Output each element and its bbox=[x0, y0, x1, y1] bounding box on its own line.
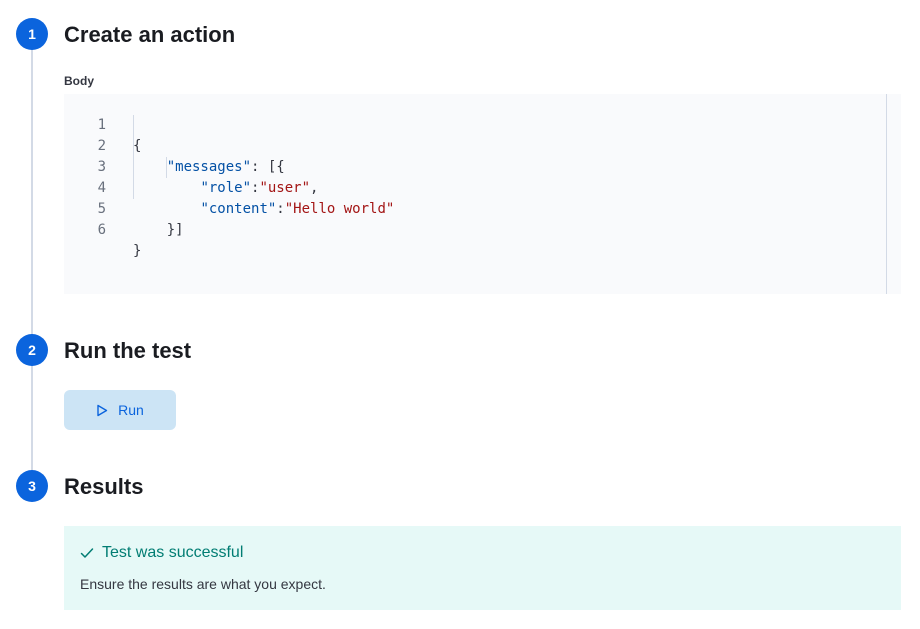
code-text: } bbox=[133, 243, 142, 259]
step-number-1: 1 bbox=[16, 18, 48, 50]
body-code-editor[interactable]: 1 { 2 "messages": [{ 3 "role":"user", 4 … bbox=[64, 94, 901, 294]
callout-message: Ensure the results are what you expect. bbox=[80, 576, 326, 592]
code-line: 5 }] bbox=[64, 178, 864, 238]
callout-title: Test was successful bbox=[80, 544, 243, 562]
play-icon bbox=[96, 404, 108, 417]
callout-title-text: Test was successful bbox=[102, 544, 244, 561]
editor-scrollbar[interactable] bbox=[886, 94, 887, 294]
step-title-3: Results bbox=[64, 474, 144, 499]
step-number-2: 2 bbox=[16, 334, 48, 366]
code-line: 2 "messages": [{ bbox=[64, 115, 864, 175]
step-title-2: Run the test bbox=[64, 338, 192, 363]
check-icon bbox=[80, 547, 94, 559]
run-button[interactable]: Run bbox=[64, 390, 176, 430]
step-title-1: Create an action bbox=[64, 22, 236, 47]
body-label: Body bbox=[64, 74, 94, 88]
code-line: 6 } bbox=[64, 199, 864, 259]
line-number: 6 bbox=[97, 222, 106, 238]
code-text: }] bbox=[133, 222, 184, 238]
run-button-label: Run bbox=[118, 402, 144, 418]
code-line: 3 "role":"user", bbox=[64, 136, 864, 196]
success-callout: Test was successful Ensure the results a… bbox=[64, 526, 901, 610]
step-rail bbox=[31, 34, 33, 486]
step-number-3: 3 bbox=[16, 470, 48, 502]
code-line: 1 { bbox=[64, 94, 864, 154]
code-line: 4 "content":"Hello world" bbox=[64, 157, 864, 217]
